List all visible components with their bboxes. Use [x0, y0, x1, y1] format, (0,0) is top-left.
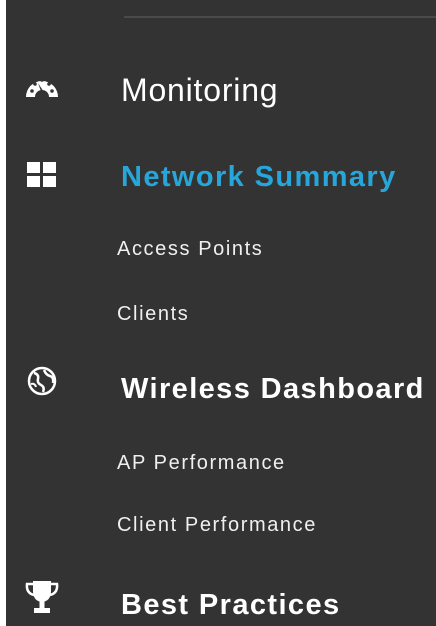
nav-subitem-clients[interactable]: Clients: [6, 294, 436, 332]
top-divider: [124, 16, 436, 18]
nav-subitem-access-points[interactable]: Access Points: [6, 229, 436, 267]
nav-subitem-client-performance[interactable]: Client Performance: [6, 505, 436, 543]
nav-subitem-label-ap-performance: AP Performance: [117, 452, 286, 474]
nav-section-label-monitoring: Monitoring: [121, 72, 279, 108]
nav-subitem-label-client-performance: Client Performance: [117, 514, 317, 536]
grid-icon: [24, 158, 60, 192]
nav-section-monitoring[interactable]: Monitoring: [6, 62, 436, 112]
nav-section-network-summary[interactable]: Network Summary: [6, 150, 436, 200]
dashboard-gauge-icon: [24, 70, 60, 104]
nav-section-label-wireless-dashboard: Wireless Dashboard: [121, 373, 425, 405]
nav-subitem-label-access-points: Access Points: [117, 238, 264, 260]
nav-subitem-label-clients: Clients: [117, 303, 190, 325]
globe-icon: [24, 364, 60, 398]
nav-section-label-best-practices: Best Practices: [121, 589, 341, 621]
nav-section-wireless-dashboard[interactable]: Wireless Dashboard: [6, 362, 436, 412]
nav-section-best-practices[interactable]: Best Practices: [6, 578, 436, 626]
nav-section-label-network-summary: Network Summary: [121, 161, 397, 193]
nav-subitem-ap-performance[interactable]: AP Performance: [6, 443, 436, 481]
sidebar-nav: Monitoring Network Summary Access Points…: [6, 0, 436, 626]
trophy-icon: [24, 580, 60, 614]
